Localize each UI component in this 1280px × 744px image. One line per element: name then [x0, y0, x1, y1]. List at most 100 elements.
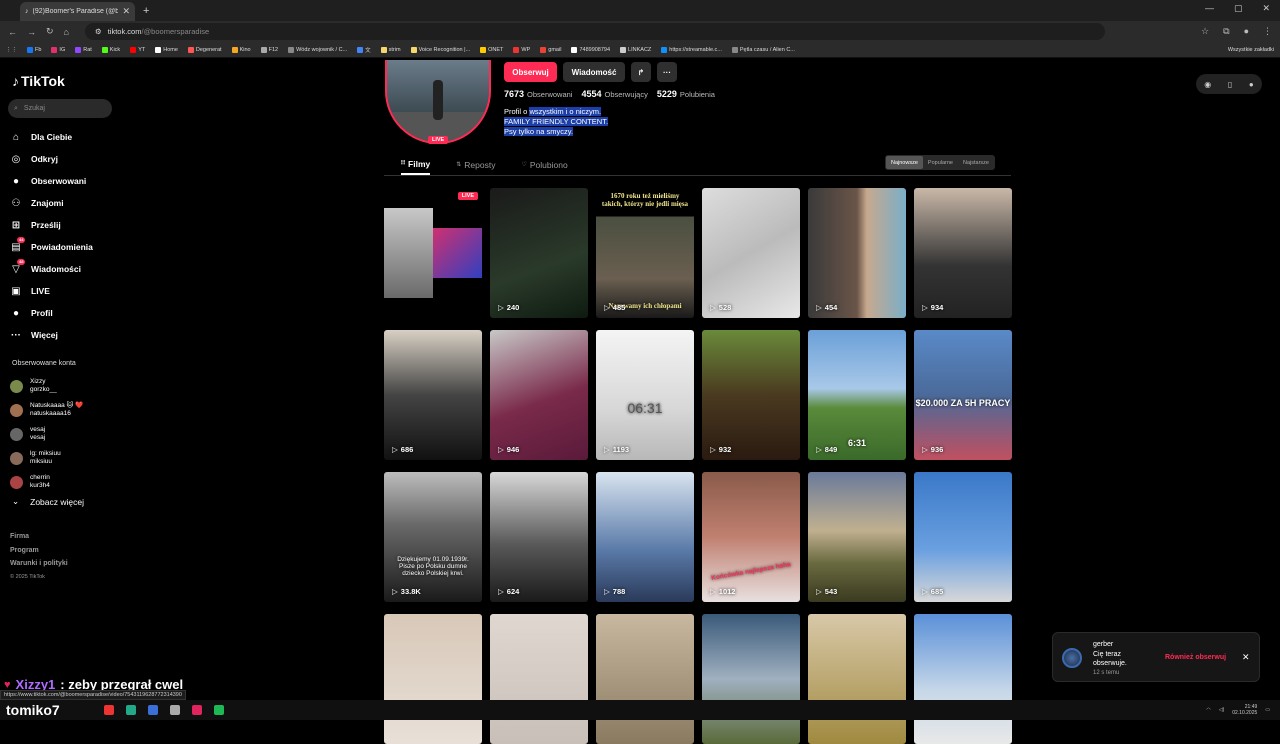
video-thumbnail[interactable]: ▷ 932 [702, 330, 800, 460]
site-info-icon[interactable]: ⚙ [95, 27, 102, 36]
sidebar-item-odkryj[interactable]: ◎ Odkryj [10, 148, 118, 170]
device-icon[interactable]: ▯ [1228, 80, 1232, 89]
sort-option[interactable]: Najnowsze [886, 156, 923, 169]
minimize-button[interactable]: — [1205, 3, 1214, 14]
video-thumbnail[interactable]: ▷ 624 [490, 472, 588, 602]
video-thumbnail[interactable]: ▷ 788 [596, 472, 694, 602]
taskbar-app-icon[interactable] [192, 705, 202, 715]
message-button[interactable]: Wiadomość [563, 62, 625, 82]
taskbar-app-icon[interactable] [104, 705, 114, 715]
sidebar-item-obserwowani[interactable]: ● Obserwowani [10, 170, 118, 192]
bookmark-item[interactable]: Fb [27, 46, 41, 53]
menu-icon[interactable]: ⋮ [1263, 26, 1272, 37]
followed-account[interactable]: vesaj vesaj [10, 422, 83, 446]
video-thumbnail[interactable]: ▷ 685 [914, 472, 1012, 602]
bookmark-item[interactable]: YT [130, 46, 145, 53]
toast-close-icon[interactable]: ✕ [1242, 652, 1250, 663]
tiktok-logo[interactable]: ♪ TikTok [12, 73, 65, 89]
followed-account[interactable]: Natuskaaaa 🐱 ❤️ natuskaaaa16 [10, 398, 83, 422]
profile-avatar[interactable] [385, 60, 491, 144]
video-thumbnail[interactable]: 06:31 ▷ 1193 [596, 330, 694, 460]
bookmark-item[interactable]: LINKACZ [620, 46, 651, 53]
video-thumbnail[interactable] [384, 614, 482, 744]
video-thumbnail[interactable]: LIVE [384, 188, 482, 318]
maximize-button[interactable]: ▢ [1234, 3, 1243, 14]
profile-live-badge[interactable]: LIVE [428, 136, 449, 144]
volume-icon[interactable]: ◁) [1219, 707, 1225, 713]
followed-account[interactable]: Xizzy gorzko__ [10, 374, 83, 398]
browser-tab[interactable]: ♪ (92)Boomer's Paradise (@boom ✕ [20, 2, 135, 21]
taskbar-app-icon[interactable] [148, 705, 158, 715]
home-icon[interactable]: ⌂ [64, 27, 69, 37]
video-thumbnail[interactable]: ▷ 528 [702, 188, 800, 318]
sidebar-item-znajomi[interactable]: ⚇ Znajomi [10, 192, 118, 214]
bookmark-item[interactable]: Kick [101, 46, 120, 53]
video-thumbnail[interactable] [702, 614, 800, 744]
profile-avatar-icon[interactable]: ● [1244, 26, 1249, 37]
all-bookmarks[interactable]: Wszystkie zakładki [1228, 47, 1274, 53]
share-button[interactable]: ↱ [631, 62, 651, 82]
back-icon[interactable]: ← [8, 27, 17, 37]
bookmark-item[interactable]: WP [513, 46, 530, 53]
footer-link-terms[interactable]: Warunki i polityki [10, 557, 68, 571]
see-more-button[interactable]: ⌄ Zobacz więcej [12, 496, 84, 507]
follow-button[interactable]: Obserwuj [504, 62, 557, 82]
video-thumbnail[interactable]: Końcówka najlepsza haha ▷ 1012 [702, 472, 800, 602]
bookmark-item[interactable]: strim [380, 46, 401, 53]
bookmark-item[interactable]: https://streamable.c... [661, 46, 722, 53]
coin-icon[interactable]: ◉ [1204, 80, 1211, 89]
bookmark-item[interactable]: Kino [231, 46, 251, 53]
video-thumbnail[interactable] [596, 614, 694, 744]
more-options-button[interactable]: ··· [657, 62, 677, 82]
new-tab-button[interactable]: + [143, 5, 149, 17]
sidebar-item-profil[interactable]: ● Profil [10, 302, 118, 324]
footer-link-company[interactable]: Firma [10, 530, 68, 544]
bookmark-item[interactable]: Voice Recognition |... [410, 46, 470, 53]
taskbar-app-icon[interactable] [170, 705, 180, 715]
video-thumbnail[interactable]: ▷ 454 [808, 188, 906, 318]
wifi-icon[interactable]: ◠ [1206, 707, 1210, 713]
video-thumbnail[interactable] [490, 614, 588, 744]
sort-option[interactable]: Popularne [923, 156, 958, 169]
bookmark-item[interactable]: F12 [260, 46, 278, 53]
video-thumbnail[interactable]: Dziękujemy 01.09.1939r. Pisze po Polsku … [384, 472, 482, 602]
bookmark-item[interactable]: gmail [540, 46, 561, 53]
close-tab-icon[interactable]: ✕ [122, 6, 130, 17]
notifications-icon[interactable]: ▭ [1265, 707, 1270, 713]
sidebar-item-wiadomości[interactable]: ▽ 48 Wiadomości [10, 258, 118, 280]
sidebar-item-live[interactable]: ▣ LIVE [10, 280, 118, 302]
taskbar-app-icon[interactable] [126, 705, 136, 715]
reload-icon[interactable]: ↻ [46, 26, 54, 37]
close-window-button[interactable]: ✕ [1262, 3, 1270, 14]
stat-followers[interactable]: 4554 Obserwujący [581, 89, 647, 99]
bookmark-star-icon[interactable]: ☆ [1201, 26, 1209, 37]
bookmark-item[interactable]: 文 [357, 46, 371, 54]
tab-reposty[interactable]: ⇅ Reposty [456, 154, 495, 175]
video-thumbnail[interactable]: ▷ 543 [808, 472, 906, 602]
sidebar-item-więcej[interactable]: ··· Więcej [10, 324, 118, 346]
video-thumbnail[interactable]: $20.000 ZA 5H PRACY ▷ 936 [914, 330, 1012, 460]
stat-following[interactable]: 7673 Obserwowani [504, 89, 572, 99]
apps-grid-icon[interactable]: ⋮⋮ [6, 47, 17, 53]
video-thumbnail[interactable]: 6:31 ▷ 849 [808, 330, 906, 460]
user-avatar[interactable]: ● [1249, 80, 1254, 89]
bookmark-item[interactable]: IG [51, 46, 65, 53]
forward-icon[interactable]: → [27, 27, 36, 37]
video-thumbnail[interactable]: ▷ 934 [914, 188, 1012, 318]
video-thumbnail[interactable]: ▷ 946 [490, 330, 588, 460]
clock[interactable]: 21:49 02.10.2025 [1232, 704, 1257, 716]
bookmark-item[interactable]: ONET [480, 46, 503, 53]
bookmark-item[interactable]: Rat [75, 46, 92, 53]
tab-filmy[interactable]: ⦙⦙⦙ Filmy [401, 154, 431, 175]
sidebar-item-powiadomienia[interactable]: ▤ 44 Powiadomienia [10, 236, 118, 258]
extensions-icon[interactable]: ⧉ [1223, 26, 1229, 37]
video-thumbnail[interactable] [914, 614, 1012, 744]
bookmark-item[interactable]: 7489908794 [571, 46, 610, 53]
bookmark-item[interactable]: Home [155, 46, 178, 53]
video-thumbnail[interactable]: 1670 roku też mieliśmy takich, którzy ni… [596, 188, 694, 318]
tab-polubiono[interactable]: ♡ Polubiono [521, 154, 567, 175]
bookmark-item[interactable]: Wódz wojownik / C... [288, 46, 347, 53]
footer-link-program[interactable]: Program [10, 544, 68, 558]
video-thumbnail[interactable] [808, 614, 906, 744]
sort-option[interactable]: Najstarsze [958, 156, 994, 169]
